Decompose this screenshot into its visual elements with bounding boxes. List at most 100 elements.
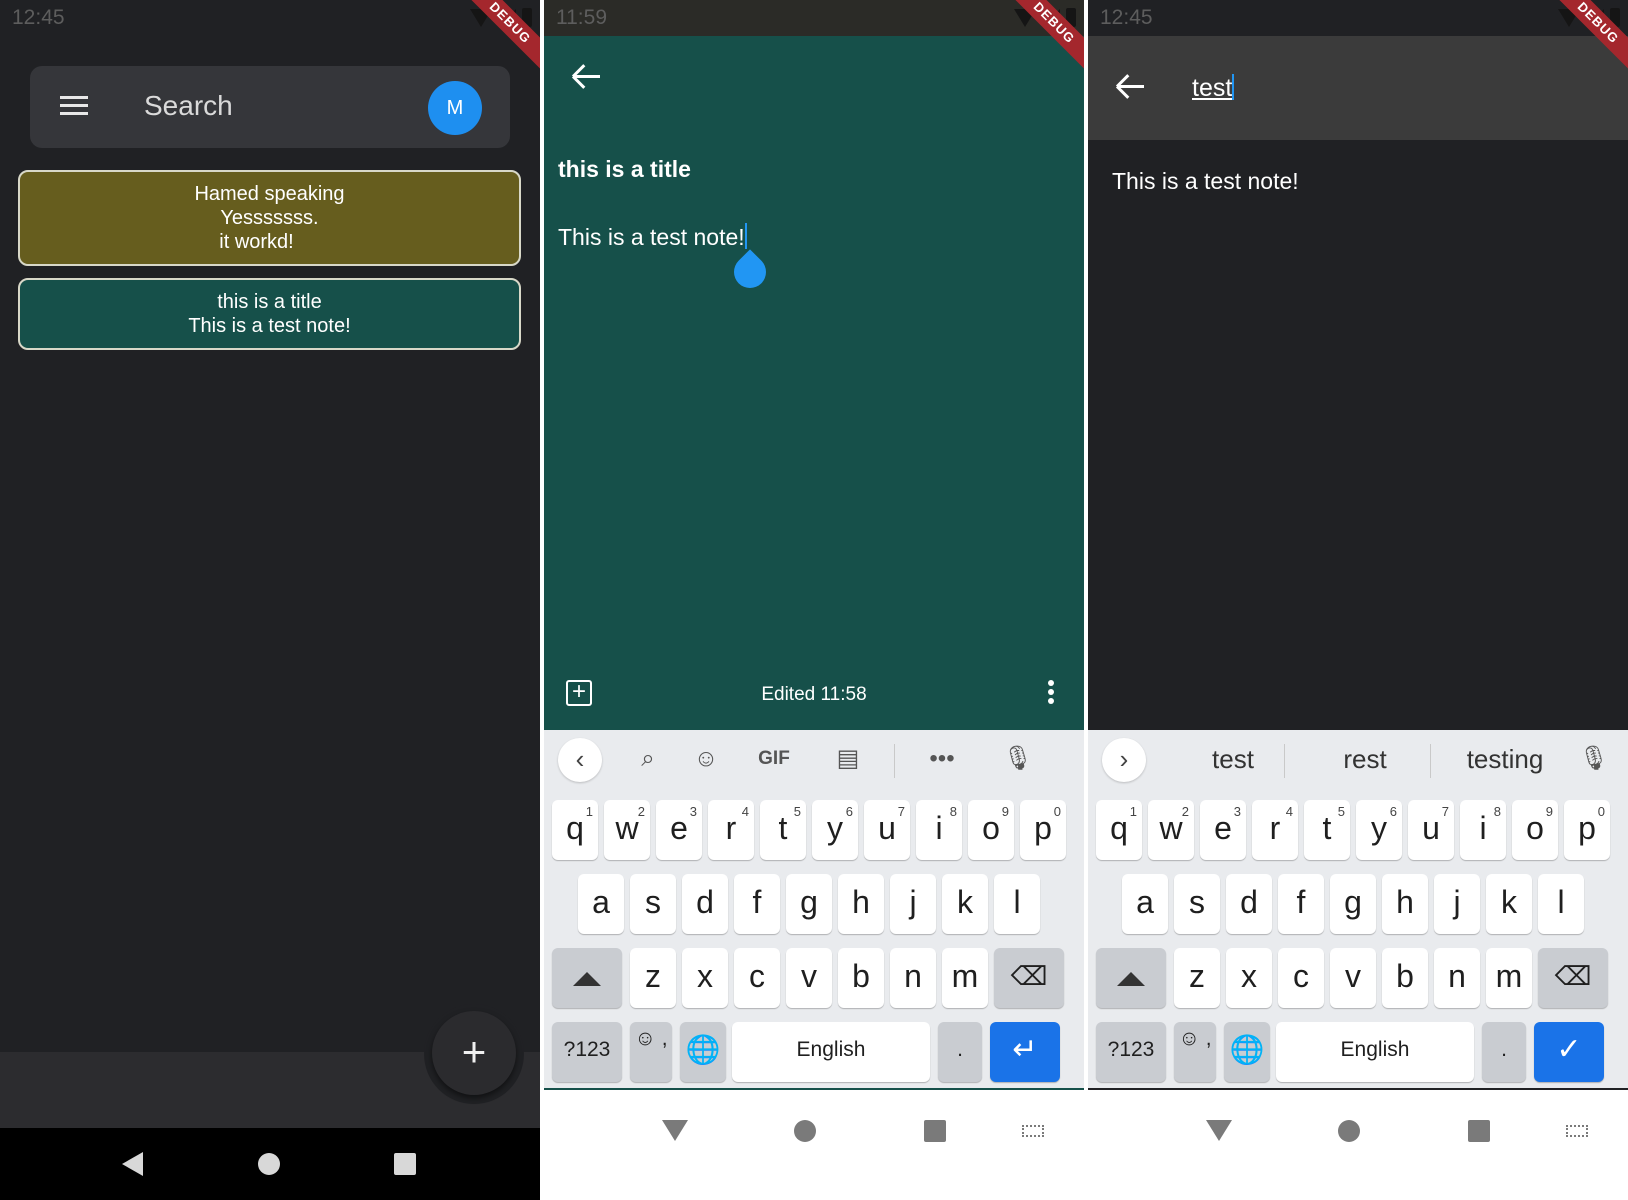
key-n[interactable]: n — [1434, 948, 1480, 1008]
symbols-key[interactable]: ?123 — [552, 1022, 622, 1082]
emoji-key[interactable]: ☺ , — [1174, 1022, 1216, 1082]
mic-icon[interactable]: 🎙 — [1000, 742, 1036, 776]
more-icon[interactable]: ••• — [922, 742, 962, 776]
sticker-icon[interactable]: ☺ — [686, 742, 726, 776]
cursor-handle[interactable] — [727, 249, 773, 295]
clipboard-icon[interactable]: ▤ — [830, 742, 866, 776]
period-key[interactable]: . — [938, 1022, 982, 1082]
back-icon[interactable] — [662, 1120, 688, 1141]
key-v[interactable]: v — [786, 948, 832, 1008]
shift-key[interactable] — [1096, 948, 1166, 1008]
key-p[interactable]: p0 — [1564, 800, 1610, 860]
key-b[interactable]: b — [1382, 948, 1428, 1008]
period-key[interactable]: . — [1482, 1022, 1526, 1082]
keyboard-switch-icon[interactable] — [1022, 1125, 1044, 1137]
note-body-field[interactable]: This is a test note! — [558, 223, 747, 251]
key-g[interactable]: g — [1330, 874, 1376, 934]
key-q[interactable]: q1 — [552, 800, 598, 860]
recents-icon[interactable] — [1468, 1120, 1490, 1142]
key-g[interactable]: g — [786, 874, 832, 934]
symbols-key[interactable]: ?123 — [1096, 1022, 1166, 1082]
suggestion[interactable]: rest — [1300, 744, 1430, 775]
recents-icon[interactable] — [394, 1153, 416, 1175]
gif-icon[interactable]: GIF — [750, 742, 798, 776]
key-l[interactable]: l — [1538, 874, 1584, 934]
home-icon[interactable] — [794, 1120, 816, 1142]
key-z[interactable]: z — [1174, 948, 1220, 1008]
key-u[interactable]: u7 — [1408, 800, 1454, 860]
home-icon[interactable] — [258, 1153, 280, 1175]
key-c[interactable]: c — [734, 948, 780, 1008]
key-c[interactable]: c — [1278, 948, 1324, 1008]
key-j[interactable]: j — [1434, 874, 1480, 934]
suggestion[interactable]: testing — [1440, 744, 1570, 775]
key-a[interactable]: a — [1122, 874, 1168, 934]
key-d[interactable]: d — [1226, 874, 1272, 934]
key-h[interactable]: h — [838, 874, 884, 934]
backspace-key[interactable]: ⌫ — [1538, 948, 1608, 1008]
done-key[interactable]: ✓ — [1534, 1022, 1604, 1082]
note-title-field[interactable]: this is a title — [558, 156, 691, 183]
globe-key[interactable]: 🌐 — [680, 1022, 726, 1082]
back-arrow-icon[interactable] — [571, 64, 602, 90]
key-e[interactable]: e3 — [1200, 800, 1246, 860]
mic-icon[interactable]: 🎙 — [1576, 742, 1612, 776]
expand-icon[interactable]: › — [1102, 738, 1146, 782]
globe-key[interactable]: 🌐 — [1224, 1022, 1270, 1082]
key-m[interactable]: m — [1486, 948, 1532, 1008]
key-k[interactable]: k — [942, 874, 988, 934]
key-q[interactable]: q1 — [1096, 800, 1142, 860]
key-h[interactable]: h — [1382, 874, 1428, 934]
key-e[interactable]: e3 — [656, 800, 702, 860]
search-input[interactable]: test — [1192, 74, 1235, 103]
keyboard-switch-icon[interactable] — [1566, 1125, 1588, 1137]
key-f[interactable]: f — [1278, 874, 1324, 934]
key-i[interactable]: i8 — [916, 800, 962, 860]
key-x[interactable]: x — [682, 948, 728, 1008]
key-t[interactable]: t5 — [760, 800, 806, 860]
key-i[interactable]: i8 — [1460, 800, 1506, 860]
avatar[interactable]: M — [428, 81, 482, 135]
key-o[interactable]: o9 — [968, 800, 1014, 860]
key-s[interactable]: s — [1174, 874, 1220, 934]
back-icon[interactable] — [1206, 1120, 1232, 1141]
key-w[interactable]: w2 — [604, 800, 650, 860]
key-f[interactable]: f — [734, 874, 780, 934]
search-icon[interactable]: ⌕ — [630, 742, 666, 776]
key-y[interactable]: y6 — [812, 800, 858, 860]
key-w[interactable]: w2 — [1148, 800, 1194, 860]
key-z[interactable]: z — [630, 948, 676, 1008]
key-k[interactable]: k — [1486, 874, 1532, 934]
menu-icon[interactable] — [60, 96, 88, 116]
key-b[interactable]: b — [838, 948, 884, 1008]
shift-key[interactable] — [552, 948, 622, 1008]
key-x[interactable]: x — [1226, 948, 1272, 1008]
key-v[interactable]: v — [1330, 948, 1376, 1008]
key-a[interactable]: a — [578, 874, 624, 934]
note-card[interactable]: Hamed speaking Yesssssss. it workd! — [18, 170, 521, 266]
space-key[interactable]: English — [732, 1022, 930, 1082]
key-y[interactable]: y6 — [1356, 800, 1402, 860]
search-result[interactable]: This is a test note! — [1112, 168, 1299, 195]
space-key[interactable]: English — [1276, 1022, 1474, 1082]
key-l[interactable]: l — [994, 874, 1040, 934]
emoji-key[interactable]: ☺ , — [630, 1022, 672, 1082]
collapse-icon[interactable]: ‹ — [558, 738, 602, 782]
search-placeholder[interactable]: Search — [144, 90, 233, 122]
add-note-button[interactable]: + — [432, 1011, 516, 1095]
back-arrow-icon[interactable] — [1115, 74, 1146, 100]
search-bar[interactable]: Search M — [30, 66, 510, 148]
key-o[interactable]: o9 — [1512, 800, 1558, 860]
key-n[interactable]: n — [890, 948, 936, 1008]
note-card[interactable]: this is a title This is a test note! — [18, 278, 521, 350]
key-r[interactable]: r4 — [1252, 800, 1298, 860]
key-s[interactable]: s — [630, 874, 676, 934]
key-p[interactable]: p0 — [1020, 800, 1066, 860]
key-t[interactable]: t5 — [1304, 800, 1350, 860]
back-icon[interactable] — [122, 1152, 143, 1176]
more-vert-icon[interactable] — [1048, 680, 1054, 707]
enter-key[interactable]: ↵ — [990, 1022, 1060, 1082]
backspace-key[interactable]: ⌫ — [994, 948, 1064, 1008]
home-icon[interactable] — [1338, 1120, 1360, 1142]
key-d[interactable]: d — [682, 874, 728, 934]
